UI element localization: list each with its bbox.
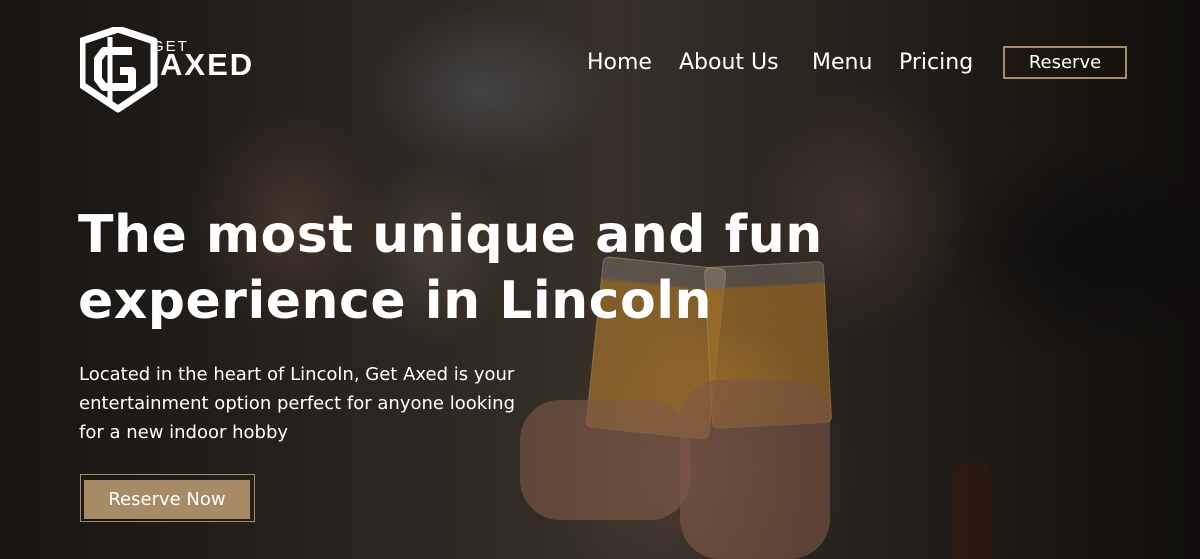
- reserve-now-button[interactable]: Reserve Now: [84, 480, 250, 519]
- hero-subtext: Located in the heart of Lincoln, Get Axe…: [79, 364, 515, 443]
- nav-reserve-button[interactable]: Reserve: [1003, 46, 1127, 79]
- nav-about-us[interactable]: About Us: [679, 50, 779, 75]
- hero-headline: The most unique and fun experience in Li…: [78, 205, 823, 331]
- nav-pricing[interactable]: Pricing: [899, 50, 973, 75]
- nav-menu[interactable]: Menu: [812, 50, 872, 75]
- nav-home[interactable]: Home: [587, 50, 652, 75]
- logo-axed-text: AXED: [160, 47, 255, 82]
